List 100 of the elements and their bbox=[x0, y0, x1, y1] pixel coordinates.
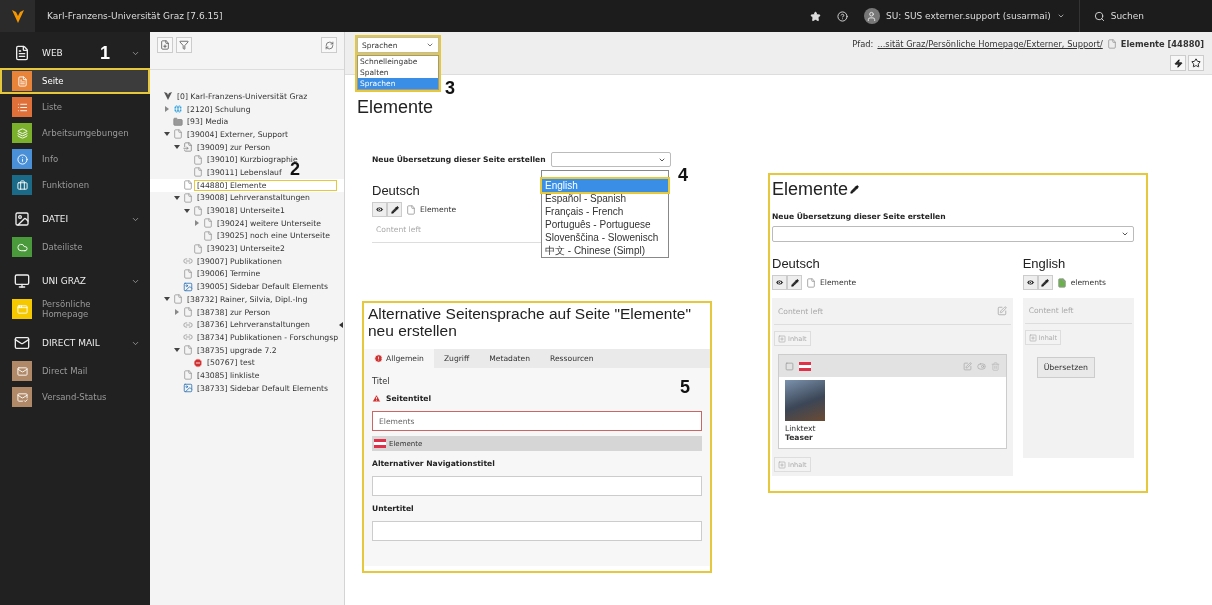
collapse-icon[interactable] bbox=[339, 322, 343, 328]
module-group-title[interactable]: DIRECT MAIL bbox=[42, 338, 100, 348]
expanded-icon[interactable] bbox=[174, 144, 180, 151]
page-icon bbox=[173, 294, 183, 305]
edit-button[interactable] bbox=[787, 275, 802, 290]
language-option[interactable]: Slovenščina - Slowenisch bbox=[542, 231, 668, 244]
text-field[interactable] bbox=[372, 476, 702, 496]
add-icon bbox=[1028, 333, 1037, 342]
view-button[interactable] bbox=[772, 275, 787, 290]
photo-placeholder bbox=[785, 380, 825, 421]
page-icon bbox=[193, 167, 203, 178]
toggle-icon[interactable] bbox=[976, 361, 986, 371]
annotation-number: 3 bbox=[445, 79, 455, 97]
file-plus-icon bbox=[160, 40, 170, 50]
page-icon bbox=[14, 45, 30, 61]
page-icon bbox=[193, 154, 203, 165]
caret-icon bbox=[1121, 230, 1129, 238]
caret-icon bbox=[426, 41, 434, 49]
page-icon bbox=[193, 243, 203, 254]
search-icon bbox=[1093, 10, 1105, 22]
restricted-icon bbox=[193, 357, 203, 368]
image-icon bbox=[14, 211, 30, 227]
module-item[interactable]: Info bbox=[0, 146, 150, 172]
page-icon bbox=[183, 180, 193, 191]
module-item[interactable]: Arbeitsumgebungen bbox=[0, 120, 150, 146]
form-title: Alternative Seitensprache auf Seite "Elemente" neu erstellen bbox=[367, 305, 692, 339]
breadcrumb-link[interactable]: ...sität Graz/Persönliche Homepage/Externer, Support/ bbox=[877, 39, 1103, 49]
eye-icon bbox=[1025, 278, 1035, 287]
refresh-button[interactable] bbox=[321, 37, 337, 53]
globe-icon bbox=[173, 104, 183, 115]
module-item[interactable]: Direct Mail bbox=[0, 358, 150, 384]
edit-button[interactable] bbox=[387, 202, 402, 217]
pencil-icon bbox=[790, 278, 799, 287]
language-option[interactable]: Español - Spanish bbox=[542, 192, 668, 205]
add-icon bbox=[778, 334, 786, 343]
star-icon bbox=[809, 10, 821, 22]
view-button[interactable] bbox=[1022, 275, 1038, 290]
language-option[interactable]: Português - Portuguese bbox=[542, 218, 668, 231]
page-icon bbox=[203, 230, 213, 241]
expanded-icon[interactable] bbox=[174, 194, 180, 201]
pencil-icon bbox=[390, 205, 399, 214]
module-item[interactable]: Versand-Status bbox=[0, 384, 150, 410]
page-icon bbox=[193, 205, 203, 216]
page-title: Elemente bbox=[772, 179, 849, 200]
module-item[interactable]: Funktionen bbox=[0, 172, 150, 198]
image-icon bbox=[183, 281, 193, 292]
caret-icon bbox=[1056, 12, 1065, 20]
flag-icon bbox=[799, 361, 811, 371]
module-group-title[interactable]: WEB bbox=[42, 48, 63, 58]
text-element-icon bbox=[785, 361, 794, 371]
new-page-button[interactable] bbox=[157, 37, 173, 53]
expanded-icon[interactable] bbox=[164, 131, 170, 138]
page-icon bbox=[173, 129, 183, 140]
collapsed-icon[interactable] bbox=[174, 309, 180, 316]
module-group-title[interactable]: DATEI bbox=[42, 214, 69, 224]
language-option[interactable]: Français - French bbox=[542, 205, 668, 218]
language-heading: Deutsch bbox=[772, 256, 820, 271]
bookmark-button[interactable] bbox=[1188, 55, 1204, 71]
expanded-icon[interactable] bbox=[184, 207, 190, 214]
filter-button[interactable] bbox=[176, 37, 192, 53]
page-icon bbox=[183, 192, 193, 203]
language-heading: English bbox=[1022, 256, 1066, 271]
module-item[interactable]: Dateiliste bbox=[0, 234, 150, 260]
logo-icon[interactable] bbox=[9, 8, 26, 24]
page-icon bbox=[183, 307, 193, 318]
module-item[interactable]: Persönliche Homepage bbox=[0, 296, 150, 322]
annotation-number: 4 bbox=[678, 166, 688, 184]
language-option[interactable]: 中文 - Chinese (Simpl) bbox=[542, 244, 668, 257]
lightning-icon bbox=[1173, 58, 1183, 68]
add-icon bbox=[778, 460, 786, 469]
filter-icon bbox=[179, 40, 189, 50]
expanded-icon[interactable] bbox=[174, 347, 180, 354]
module-item[interactable]: Liste bbox=[0, 94, 150, 120]
search-button[interactable]: Suchen bbox=[1085, 0, 1152, 32]
page-icon bbox=[806, 277, 816, 288]
folder-icon bbox=[173, 116, 183, 127]
mail-icon bbox=[14, 335, 30, 351]
module-item[interactable]: Seite bbox=[0, 68, 150, 94]
user-menu[interactable]: SU: SUS externer.support (susarmai) bbox=[855, 0, 1073, 32]
text-field[interactable] bbox=[372, 521, 702, 541]
expanded-icon[interactable] bbox=[164, 296, 170, 303]
view-button[interactable] bbox=[372, 202, 387, 217]
avatar-icon bbox=[863, 8, 880, 24]
collapsed-icon[interactable] bbox=[164, 106, 170, 113]
monitor-icon bbox=[14, 273, 30, 289]
collapsed-icon[interactable] bbox=[194, 220, 200, 227]
page-icon bbox=[183, 345, 193, 356]
page-icon bbox=[1106, 39, 1117, 49]
page-title: Elemente bbox=[357, 97, 435, 118]
link-icon bbox=[183, 332, 193, 343]
clear-cache-button[interactable] bbox=[1170, 55, 1186, 71]
eye-icon bbox=[375, 205, 384, 214]
section-title: Titel bbox=[372, 376, 391, 386]
annotation-number: 5 bbox=[680, 378, 690, 396]
translated-page-icon bbox=[1056, 277, 1067, 288]
module-group-title[interactable]: UNI GRAZ bbox=[42, 276, 87, 286]
flag-icon bbox=[374, 439, 386, 448]
path-label: Pfad: bbox=[852, 39, 874, 49]
refresh-icon bbox=[324, 40, 334, 50]
pencil-icon[interactable] bbox=[850, 185, 860, 194]
